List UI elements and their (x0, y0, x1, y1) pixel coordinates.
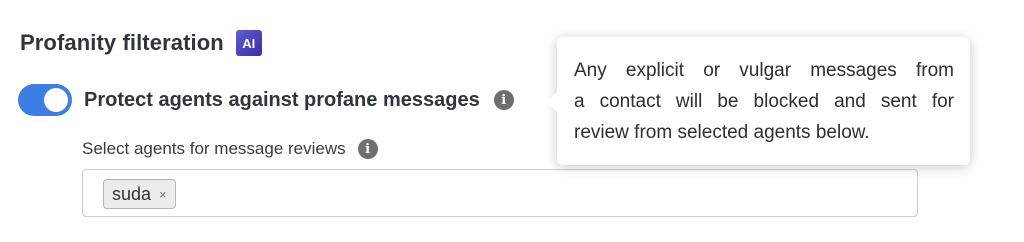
selected-agent-tag: suda × (103, 179, 176, 209)
tooltip-arrow (547, 92, 557, 112)
ai-badge: AI (235, 30, 262, 56)
reviewers-label-row: Select agents for message reviews i (82, 139, 378, 159)
section-header: Profanity filteration AI (20, 30, 262, 56)
toggle-knob (44, 88, 68, 112)
reviewers-multiselect[interactable]: suda × (82, 169, 918, 217)
info-icon[interactable]: i (493, 90, 514, 110)
tag-remove-icon[interactable]: × (159, 187, 167, 202)
info-icon[interactable]: i (357, 139, 378, 159)
tag-label: suda (112, 183, 152, 204)
section-title: Profanity filteration (20, 30, 224, 55)
info-tooltip: Any explicit or vulgar messages from a c… (547, 37, 970, 165)
reviewers-label: Select agents for message reviews (82, 139, 346, 158)
tooltip-line: a contact will be blocked and sent for (574, 91, 954, 112)
tooltip-line: Any explicit or vulgar messages from (574, 60, 954, 81)
profanity-toggle-switch[interactable] (18, 84, 72, 116)
toggle-label: Protect agents against profane messages (84, 88, 480, 111)
profanity-toggle-row: Protect agents against profane messages … (18, 84, 514, 116)
tooltip-line: review from selected agents below. (574, 122, 870, 143)
